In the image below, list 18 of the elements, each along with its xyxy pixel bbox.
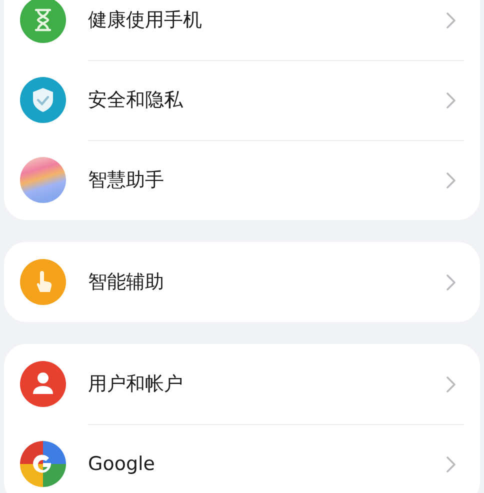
settings-item[interactable]: 智能辅助 [88, 268, 446, 296]
settings-item[interactable]: 健康使用手机 [88, 6, 446, 34]
gradient-orb-icon [20, 157, 66, 203]
pointing-hand-icon [20, 259, 66, 305]
shield-icon [20, 77, 66, 123]
settings-item[interactable]: 用户和帐户 [88, 370, 446, 398]
chevron-icon [446, 274, 456, 290]
google-logo-icon [20, 441, 66, 487]
settings-item[interactable]: Google [88, 450, 446, 479]
chevron-icon [446, 12, 456, 28]
hourglass-icon [20, 0, 66, 43]
settings-item[interactable]: 智慧助手 [88, 166, 446, 195]
settings-item[interactable]: 安全和隐私 [88, 86, 446, 115]
chevron-icon [446, 376, 456, 392]
person-icon [20, 361, 66, 407]
chevron-icon [446, 92, 456, 109]
chevron-icon [446, 456, 456, 473]
chevron-icon [446, 172, 456, 189]
